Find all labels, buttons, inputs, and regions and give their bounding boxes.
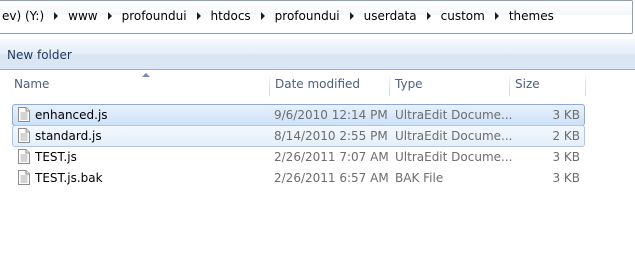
- file-size: 3 KB: [552, 171, 580, 185]
- file-size: 2 KB: [552, 129, 580, 143]
- column-header-label: Name: [14, 77, 50, 91]
- breadcrumb-item[interactable]: profoundui: [271, 9, 344, 23]
- file-row[interactable]: enhanced.js 9/6/2010 12:14 PM UltraEdit …: [12, 104, 585, 126]
- file-row[interactable]: TEST.js.bak 2/26/2011 6:57 AM BAK File 3…: [12, 167, 585, 189]
- file-name: standard.js: [35, 129, 102, 143]
- column-header-size[interactable]: Size: [509, 72, 585, 97]
- breadcrumb-item[interactable]: userdata: [360, 9, 421, 23]
- breadcrumb-item[interactable]: htdocs: [207, 9, 255, 23]
- file-row[interactable]: TEST.js 2/26/2011 7:07 AM UltraEdit Docu…: [12, 146, 585, 168]
- document-icon: [18, 149, 30, 164]
- file-type: UltraEdit Docume...: [395, 108, 513, 122]
- column-header-label: Date modified: [275, 77, 361, 91]
- breadcrumb-item[interactable]: ev) (Y:): [0, 9, 48, 23]
- file-type: UltraEdit Docume...: [395, 150, 513, 164]
- file-type: BAK File: [395, 171, 444, 185]
- breadcrumb-item[interactable]: profoundui: [118, 9, 191, 23]
- document-icon: [18, 107, 30, 122]
- file-name: TEST.js: [35, 150, 77, 164]
- file-date-modified: 2/26/2011 7:07 AM: [274, 150, 389, 164]
- chevron-right-icon[interactable]: [494, 12, 499, 20]
- file-name: enhanced.js: [35, 108, 108, 122]
- chevron-right-icon[interactable]: [196, 12, 201, 20]
- chevron-right-icon[interactable]: [260, 12, 265, 20]
- new-folder-button[interactable]: New folder: [7, 48, 72, 62]
- breadcrumb-item[interactable]: themes: [505, 9, 558, 23]
- breadcrumb-item[interactable]: www: [64, 9, 101, 23]
- file-size: 3 KB: [552, 150, 580, 164]
- chevron-right-icon[interactable]: [54, 12, 59, 20]
- column-header-type[interactable]: Type: [389, 72, 509, 97]
- command-toolbar: New folder: [0, 38, 635, 70]
- file-date-modified: 2/26/2011 6:57 AM: [274, 171, 389, 185]
- column-header-label: Size: [515, 77, 540, 91]
- column-divider[interactable]: [585, 74, 586, 96]
- breadcrumb: ev) (Y:) www profoundui htdocs profoundu…: [0, 9, 558, 23]
- address-bar[interactable]: ev) (Y:) www profoundui htdocs profoundu…: [0, 0, 633, 34]
- sort-ascending-icon: [142, 73, 150, 77]
- document-icon: [18, 170, 30, 185]
- column-headers: Name Date modified Type Size: [0, 72, 635, 97]
- column-header-date-modified[interactable]: Date modified: [269, 72, 389, 97]
- chevron-right-icon[interactable]: [426, 12, 431, 20]
- column-header-label: Type: [395, 77, 423, 91]
- file-date-modified: 8/14/2010 2:55 PM: [274, 129, 388, 143]
- file-type: UltraEdit Docume...: [395, 129, 513, 143]
- chevron-right-icon[interactable]: [107, 12, 112, 20]
- document-icon: [18, 128, 30, 143]
- breadcrumb-item[interactable]: custom: [437, 9, 489, 23]
- file-size: 3 KB: [552, 108, 580, 122]
- file-row[interactable]: standard.js 8/14/2010 2:55 PM UltraEdit …: [12, 125, 585, 147]
- column-header-name[interactable]: Name: [8, 72, 270, 97]
- chevron-right-icon[interactable]: [349, 12, 354, 20]
- file-date-modified: 9/6/2010 12:14 PM: [274, 108, 388, 122]
- file-name: TEST.js.bak: [35, 171, 103, 185]
